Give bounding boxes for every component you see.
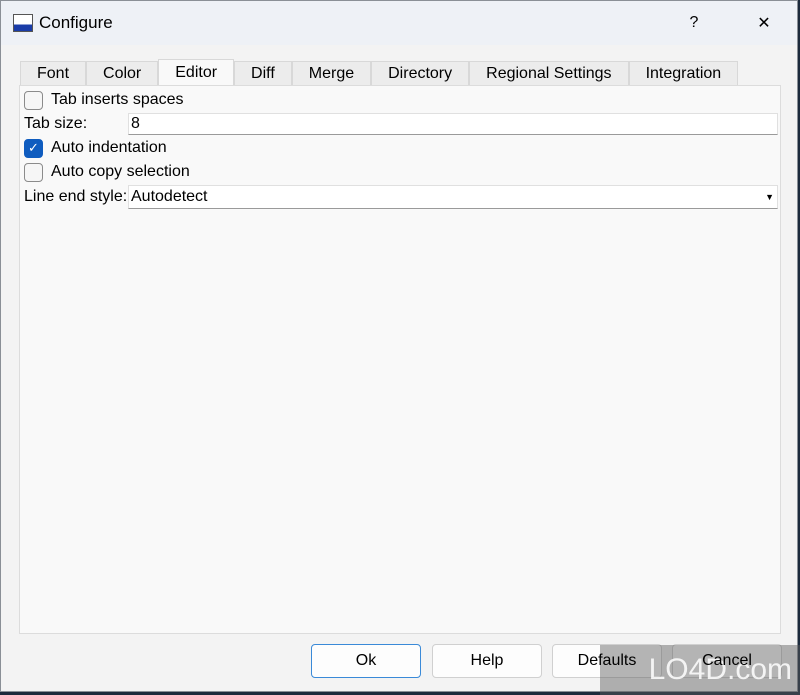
defaults-button-label: Defaults [577, 652, 637, 669]
checkbox-label: Auto copy selection [51, 163, 190, 180]
help-button[interactable]: Help [432, 644, 542, 678]
dropdown-arrow-icon[interactable]: ▼ [765, 192, 774, 202]
label: Line end style: [24, 188, 128, 205]
auto-copy-selection-checkbox[interactable]: Auto copy selection [24, 161, 190, 183]
kdiff3-app-icon [13, 14, 33, 32]
tab-color[interactable]: Color [86, 61, 159, 86]
tab-regional-settings[interactable]: Regional Settings [469, 61, 629, 86]
tab-bar: Font Color Editor Diff Merge Directory R… [20, 59, 739, 86]
cancel-button[interactable]: Cancel [672, 644, 782, 678]
configure-dialog: Configure ? ✕ Font Color Editor Diff Mer… [0, 0, 798, 692]
check-icon[interactable]: ✓ [24, 138, 43, 158]
tab-size-input[interactable]: 8 [128, 113, 778, 135]
tab-integration[interactable]: Integration [628, 61, 739, 86]
checkbox-unchecked[interactable] [24, 162, 43, 182]
line-end-style-label: Line end style: [24, 186, 127, 208]
tab-size-label: Tab size: [24, 113, 87, 135]
tab-merge[interactable]: Merge [291, 61, 372, 86]
checkbox-label: Tab inserts spaces [51, 91, 184, 108]
tab-font[interactable]: Font [20, 61, 87, 86]
ok-button-label: Ok [355, 652, 377, 669]
defaults-button[interactable]: Defaults [552, 644, 662, 678]
ok-button[interactable]: Ok [311, 644, 421, 678]
auto-indentation-checkbox[interactable]: ✓ Auto indentation [24, 137, 167, 159]
line-end-style-select[interactable]: Autodetect ▼ [128, 185, 778, 209]
editor-panel: Tab inserts spaces Tab size: 8 ✓ Auto in… [19, 85, 781, 634]
help-button-label: Help [470, 652, 504, 669]
cancel-button-label: Cancel [702, 652, 752, 669]
checkbox-unchecked[interactable] [24, 90, 43, 110]
tab-directory[interactable]: Directory [371, 61, 470, 86]
select-value: Autodetect [131, 188, 208, 205]
close-icon[interactable]: ✕ [741, 1, 787, 45]
checkbox-label: Auto indentation [51, 139, 167, 156]
help-title-button[interactable]: ? [671, 1, 717, 45]
tab-editor[interactable]: Editor [158, 59, 235, 86]
tab-diff[interactable]: Diff [234, 61, 292, 86]
window-title: Configure [39, 13, 113, 32]
tab-inserts-spaces-checkbox[interactable]: Tab inserts spaces [24, 89, 184, 111]
label: Tab size: [24, 115, 88, 132]
